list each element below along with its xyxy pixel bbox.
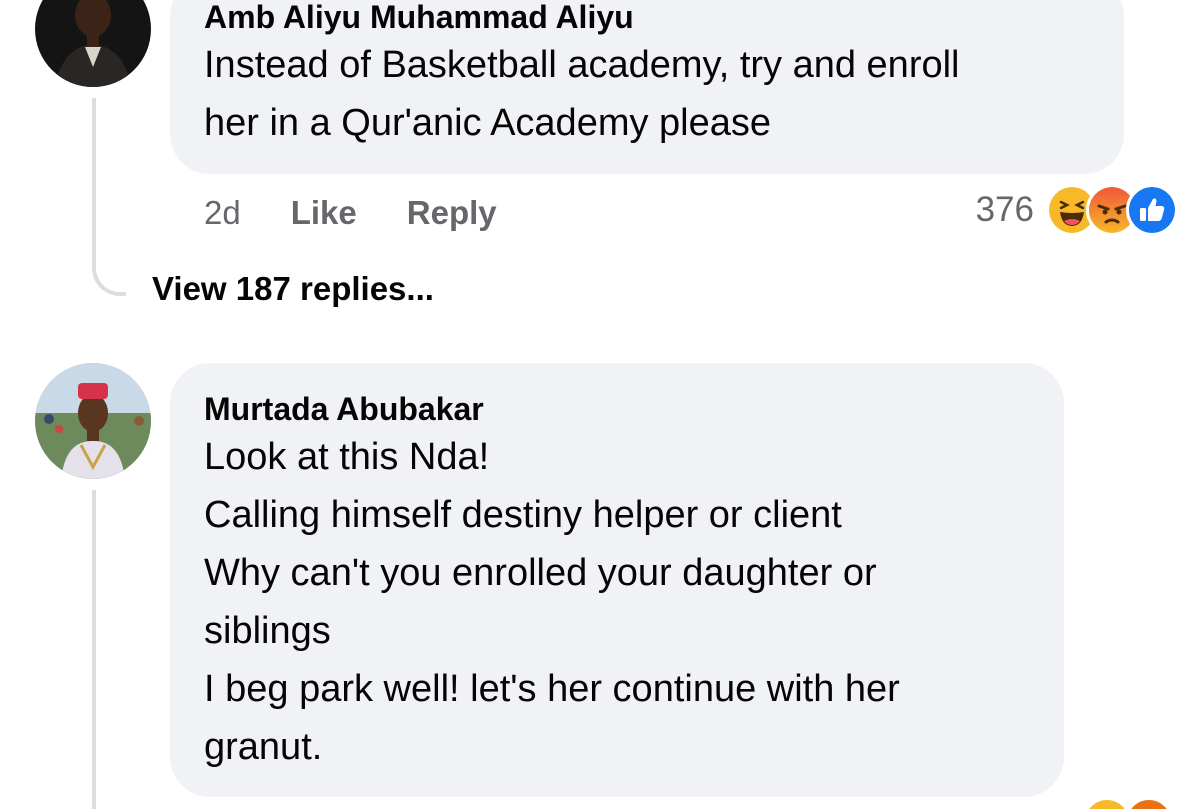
comment-text-line: Calling himself destiny helper or client — [204, 494, 842, 536]
thread-line — [92, 98, 96, 258]
comment-text-line: I beg park well! let's her continue with… — [204, 668, 900, 710]
comment-text-line: Instead of Basketball academy, try and e… — [204, 44, 960, 86]
comment-bubble: Amb Aliyu Muhammad Aliyu Instead of Bask… — [170, 0, 1124, 174]
comment-author[interactable]: Amb Aliyu Muhammad Aliyu — [204, 0, 1124, 36]
comment-text-line: siblings — [204, 610, 331, 652]
reply-button[interactable]: Reply — [407, 194, 497, 232]
comment-text-line: Why can't you enrolled your daughter or — [204, 552, 877, 594]
comment-actions: 2d Like Reply — [204, 188, 547, 238]
avatar[interactable] — [35, 0, 151, 87]
reactions-summary[interactable]: 376 — [976, 184, 1178, 236]
angry-icon — [1124, 797, 1174, 809]
reaction-icons — [1046, 184, 1178, 236]
comment-timestamp[interactable]: 2d — [204, 194, 241, 232]
thread-line — [92, 490, 96, 809]
haha-icon — [1082, 797, 1132, 809]
view-replies-link[interactable]: View 187 replies... — [152, 270, 434, 308]
comments-thread: Amb Aliyu Muhammad Aliyu Instead of Bask… — [0, 0, 1200, 809]
reaction-count: 376 — [975, 190, 1034, 229]
comment-text-line: Look at this Nda! — [204, 436, 490, 478]
avatar[interactable] — [35, 363, 151, 479]
comment-text-line: granut. — [204, 726, 323, 768]
like-icon — [1126, 184, 1178, 236]
comment-bubble: Murtada Abubakar Look at this Nda! Calli… — [170, 363, 1064, 797]
reaction-icons-partial — [1082, 797, 1174, 809]
thread-line-curve — [92, 248, 126, 296]
like-button[interactable]: Like — [291, 194, 357, 232]
comment-text-line: her in a Qur'anic Academy please — [204, 102, 772, 144]
comment-author[interactable]: Murtada Abubakar — [204, 390, 1064, 428]
